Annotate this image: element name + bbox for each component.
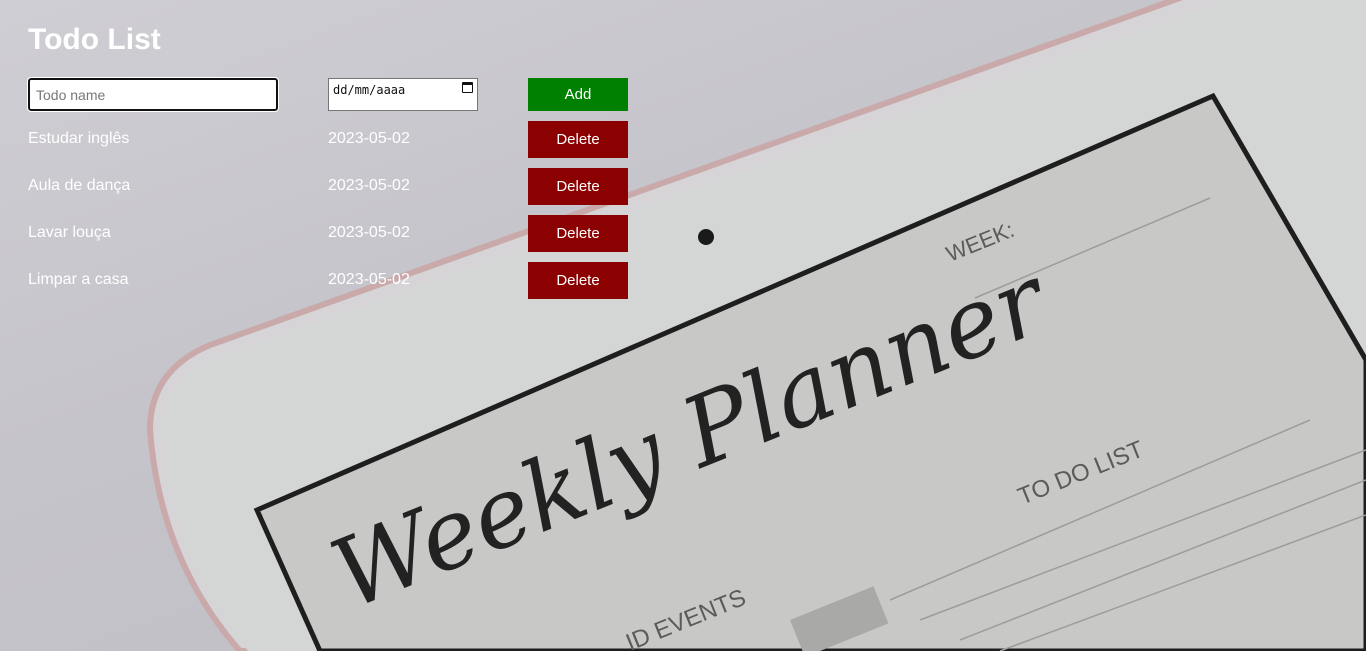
- delete-button[interactable]: Delete: [528, 168, 628, 205]
- delete-button[interactable]: Delete: [528, 215, 628, 252]
- todo-name: Lavar louça: [28, 224, 111, 241]
- todo-app: Todo List dd/mm/aaaa Add Estudar inglês …: [27, 22, 668, 299]
- todo-row: Lavar louça 2023-05-02 Delete: [28, 215, 628, 252]
- delete-button[interactable]: Delete: [528, 262, 628, 299]
- date-placeholder: dd/mm/aaaa: [333, 83, 406, 97]
- calendar-icon[interactable]: [462, 82, 473, 93]
- todo-row: Aula de dança 2023-05-02 Delete: [28, 168, 628, 205]
- todo-date: 2023-05-02: [328, 271, 410, 288]
- add-button[interactable]: Add: [528, 78, 628, 111]
- todo-date-input[interactable]: dd/mm/aaaa: [328, 78, 478, 111]
- todo-row: Limpar a casa 2023-05-02 Delete: [28, 262, 628, 299]
- add-todo-form: dd/mm/aaaa Add: [27, 77, 628, 114]
- page-title: Todo List: [28, 23, 161, 56]
- todo-row: Estudar inglês 2023-05-02 Delete: [28, 121, 628, 158]
- todo-name: Estudar inglês: [28, 130, 130, 147]
- todo-name-input[interactable]: [27, 77, 279, 112]
- todo-name: Aula de dança: [28, 177, 131, 194]
- delete-button[interactable]: Delete: [528, 121, 628, 158]
- todo-date: 2023-05-02: [328, 130, 410, 147]
- todo-name: Limpar a casa: [28, 271, 129, 288]
- todo-date: 2023-05-02: [328, 177, 410, 194]
- todo-date: 2023-05-02: [328, 224, 410, 241]
